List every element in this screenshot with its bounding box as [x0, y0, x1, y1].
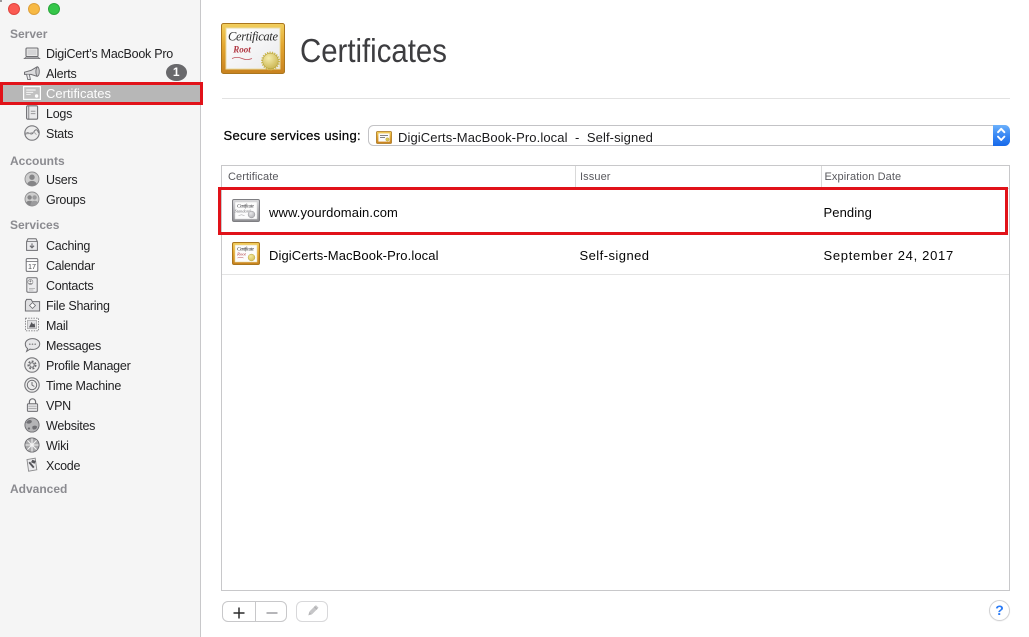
svg-text:Root: Root: [236, 251, 246, 256]
svg-text:Certificate: Certificate: [228, 30, 278, 44]
svg-text:17: 17: [28, 262, 36, 271]
svg-text:Root: Root: [232, 45, 251, 55]
